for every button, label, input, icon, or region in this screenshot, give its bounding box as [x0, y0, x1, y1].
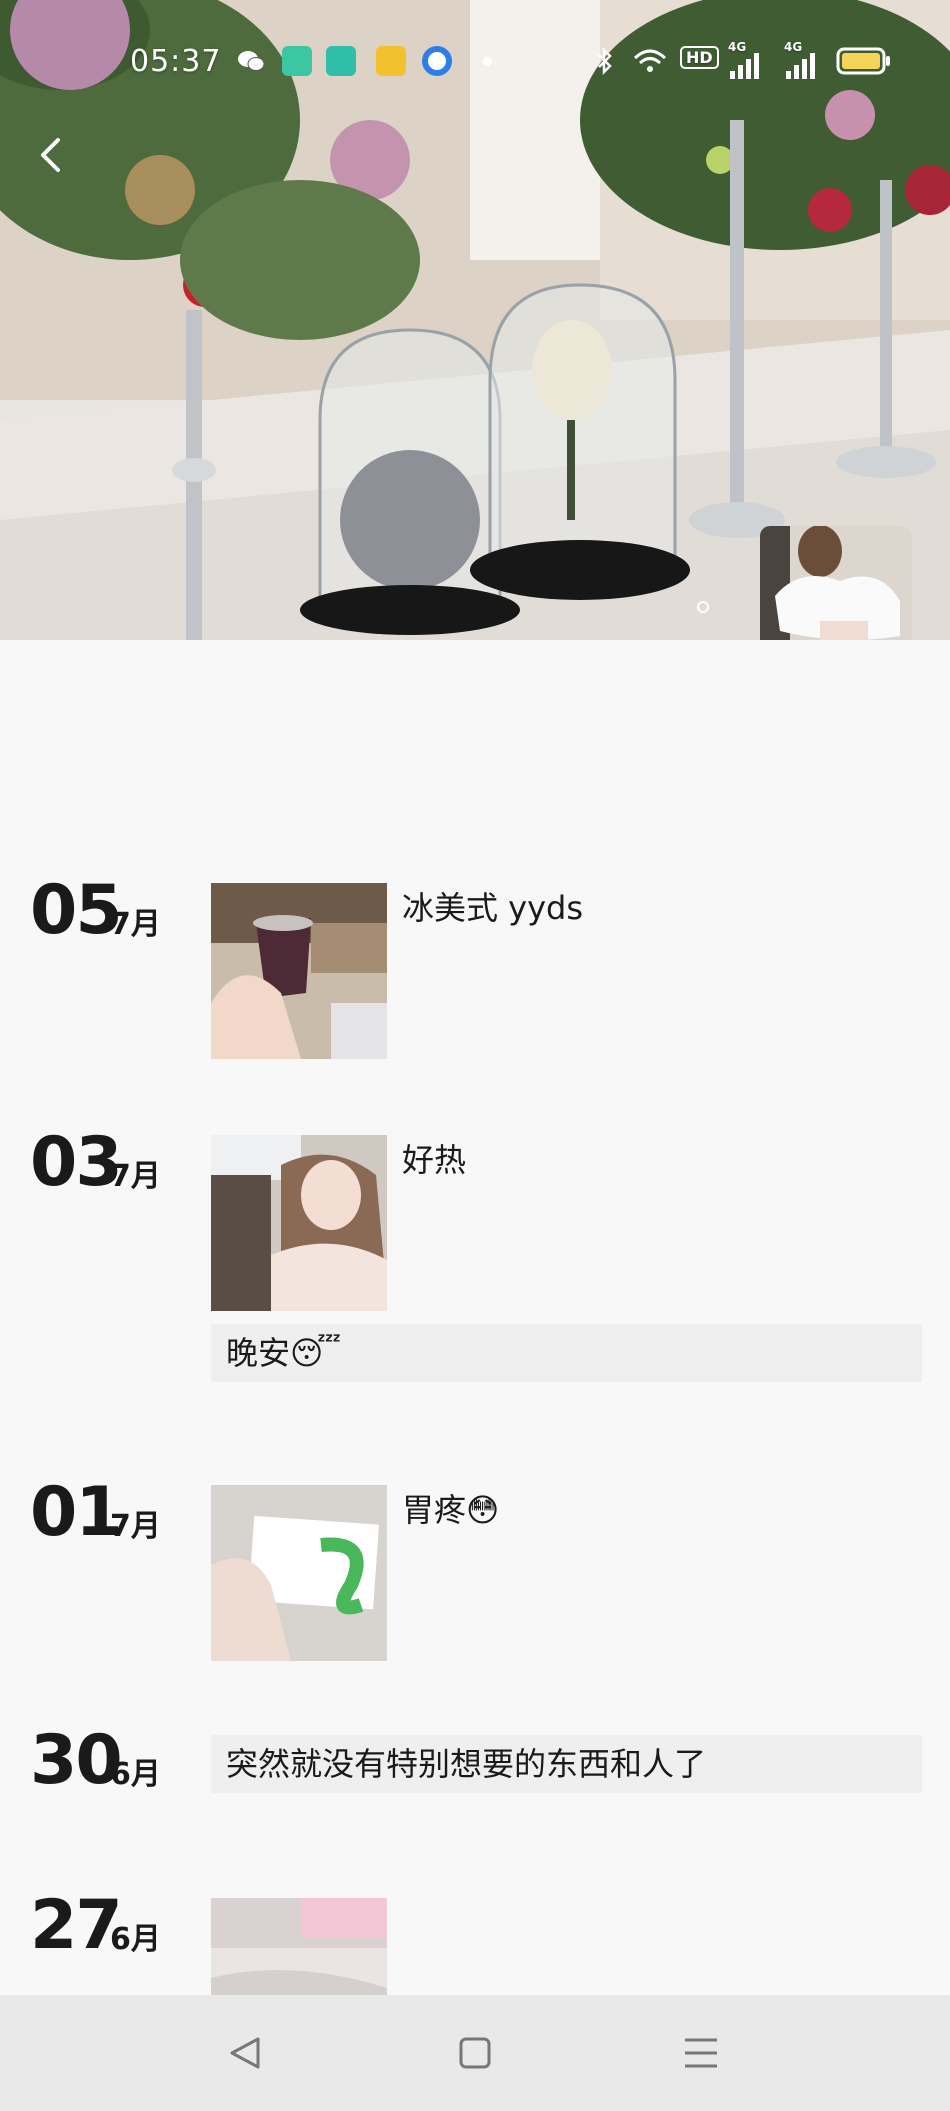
post-month: 7月	[110, 1509, 161, 1544]
post-day: 01	[30, 1473, 123, 1552]
selfie-photo[interactable]	[211, 1135, 387, 1311]
cover-page-indicator	[697, 601, 709, 613]
post-month: 7月	[110, 1159, 161, 1194]
app-yellow-icon	[376, 46, 406, 76]
bluetooth-icon	[598, 46, 612, 76]
menu-lines-icon[interactable]	[673, 2025, 729, 2081]
home-square-icon[interactable]	[447, 2025, 503, 2081]
wechat-icon	[238, 51, 265, 71]
wifi-icon	[633, 49, 667, 72]
post-day: 27	[30, 1886, 123, 1965]
signal-icon	[730, 53, 759, 79]
post-caption: 冰美式 yyds	[402, 889, 584, 927]
app-blue-icon	[422, 46, 452, 76]
post-day: 30	[30, 1721, 123, 1800]
post-day: 05	[30, 871, 123, 950]
bedroom-photo[interactable]	[211, 1898, 387, 1995]
post-caption: 好热	[402, 1141, 467, 1179]
hd-badge: HD	[680, 46, 719, 69]
post-month: 6月	[110, 1922, 161, 1957]
status-bar: 05:37 HD 4G 4G	[0, 0, 950, 120]
post-day: 03	[30, 1123, 123, 1202]
text-post[interactable]: 突然就没有特别想要的东西和人了	[211, 1735, 922, 1793]
app-green-icon	[282, 46, 312, 76]
post-month: 7月	[110, 907, 161, 942]
battery-icon	[836, 47, 890, 75]
iced-coffee-photo[interactable]	[211, 883, 387, 1059]
post-caption: 胃疼😳	[402, 1491, 500, 1529]
moments-feed[interactable]: 05 7月 冰美式 yyds 03 7月 好热 晚安😴 01 7月 胃疼😳 30…	[0, 640, 950, 1995]
text-post[interactable]: 晚安😴	[211, 1324, 922, 1382]
dot-icon	[483, 57, 492, 66]
post-month: 6月	[110, 1757, 161, 1792]
signal-icon-2	[786, 53, 815, 79]
system-nav-bar	[0, 1995, 950, 2111]
back-triangle-icon[interactable]	[218, 2025, 274, 2081]
app-teal-icon	[326, 46, 356, 76]
back-arrow-icon[interactable]	[28, 130, 78, 180]
status-time: 05:37	[130, 44, 222, 79]
medicine-box-photo[interactable]	[211, 1485, 387, 1661]
